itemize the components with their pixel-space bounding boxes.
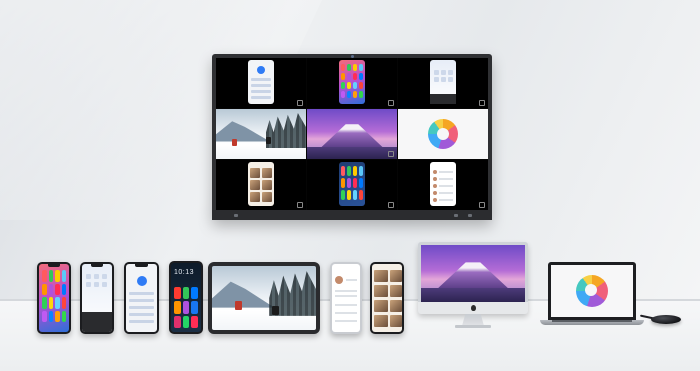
tv-bottom-bezel: [212, 210, 492, 220]
tablet[interactable]: [208, 262, 320, 334]
mirrored-phone-home-2: [339, 162, 365, 206]
mirrored-phone-control: [430, 60, 456, 104]
laptop-display[interactable]: [548, 262, 636, 320]
tv-cell-2[interactable]: [307, 58, 397, 108]
scene: 10:13: [0, 0, 700, 371]
wireless-dongle[interactable]: [651, 315, 681, 324]
laptop-keyboard-edge: [552, 320, 632, 322]
expand-icon[interactable]: [388, 202, 394, 208]
tv-cell-7[interactable]: [216, 160, 306, 210]
expand-icon[interactable]: [479, 100, 485, 106]
tv-indicator-icon: [468, 214, 472, 217]
donut-chart-graphic: [576, 275, 608, 307]
tv-cell-9[interactable]: [398, 160, 488, 210]
tv-cell-ski-photo[interactable]: [216, 109, 306, 159]
tv-split-screen-grid: [216, 58, 488, 210]
clock-text: 10:13: [174, 269, 195, 276]
mirrored-phone-home: [339, 60, 365, 104]
tv-indicator-icon: [234, 214, 238, 217]
expand-icon[interactable]: [297, 100, 303, 106]
phone-gallery[interactable]: [370, 262, 404, 334]
expand-icon[interactable]: [388, 100, 394, 106]
apple-icon: [470, 305, 476, 311]
phone-contacts[interactable]: [330, 262, 362, 334]
iphone-home[interactable]: [37, 262, 71, 334]
iphone-control-center[interactable]: [80, 262, 114, 334]
iphone-settings[interactable]: [124, 262, 159, 334]
wall-tv: [212, 54, 492, 220]
tv-cell-1[interactable]: [216, 58, 306, 108]
tv-cell-mountain-photo[interactable]: [307, 109, 397, 159]
expand-icon[interactable]: [388, 151, 394, 157]
android-phone[interactable]: 10:13: [169, 261, 203, 334]
tv-cell-donut-chart[interactable]: [398, 109, 488, 159]
expand-icon[interactable]: [297, 202, 303, 208]
imac-display[interactable]: [418, 242, 528, 314]
donut-chart-graphic: [428, 119, 458, 149]
mirrored-phone-settings: [248, 60, 274, 104]
mirrored-phone-gallery: [248, 162, 274, 206]
tv-cell-8[interactable]: [307, 160, 397, 210]
tv-indicator-icon: [454, 214, 458, 217]
imac-stand-foot: [455, 325, 491, 328]
expand-icon[interactable]: [479, 202, 485, 208]
mirrored-phone-contacts: [430, 162, 456, 206]
tv-cell-3[interactable]: [398, 58, 488, 108]
